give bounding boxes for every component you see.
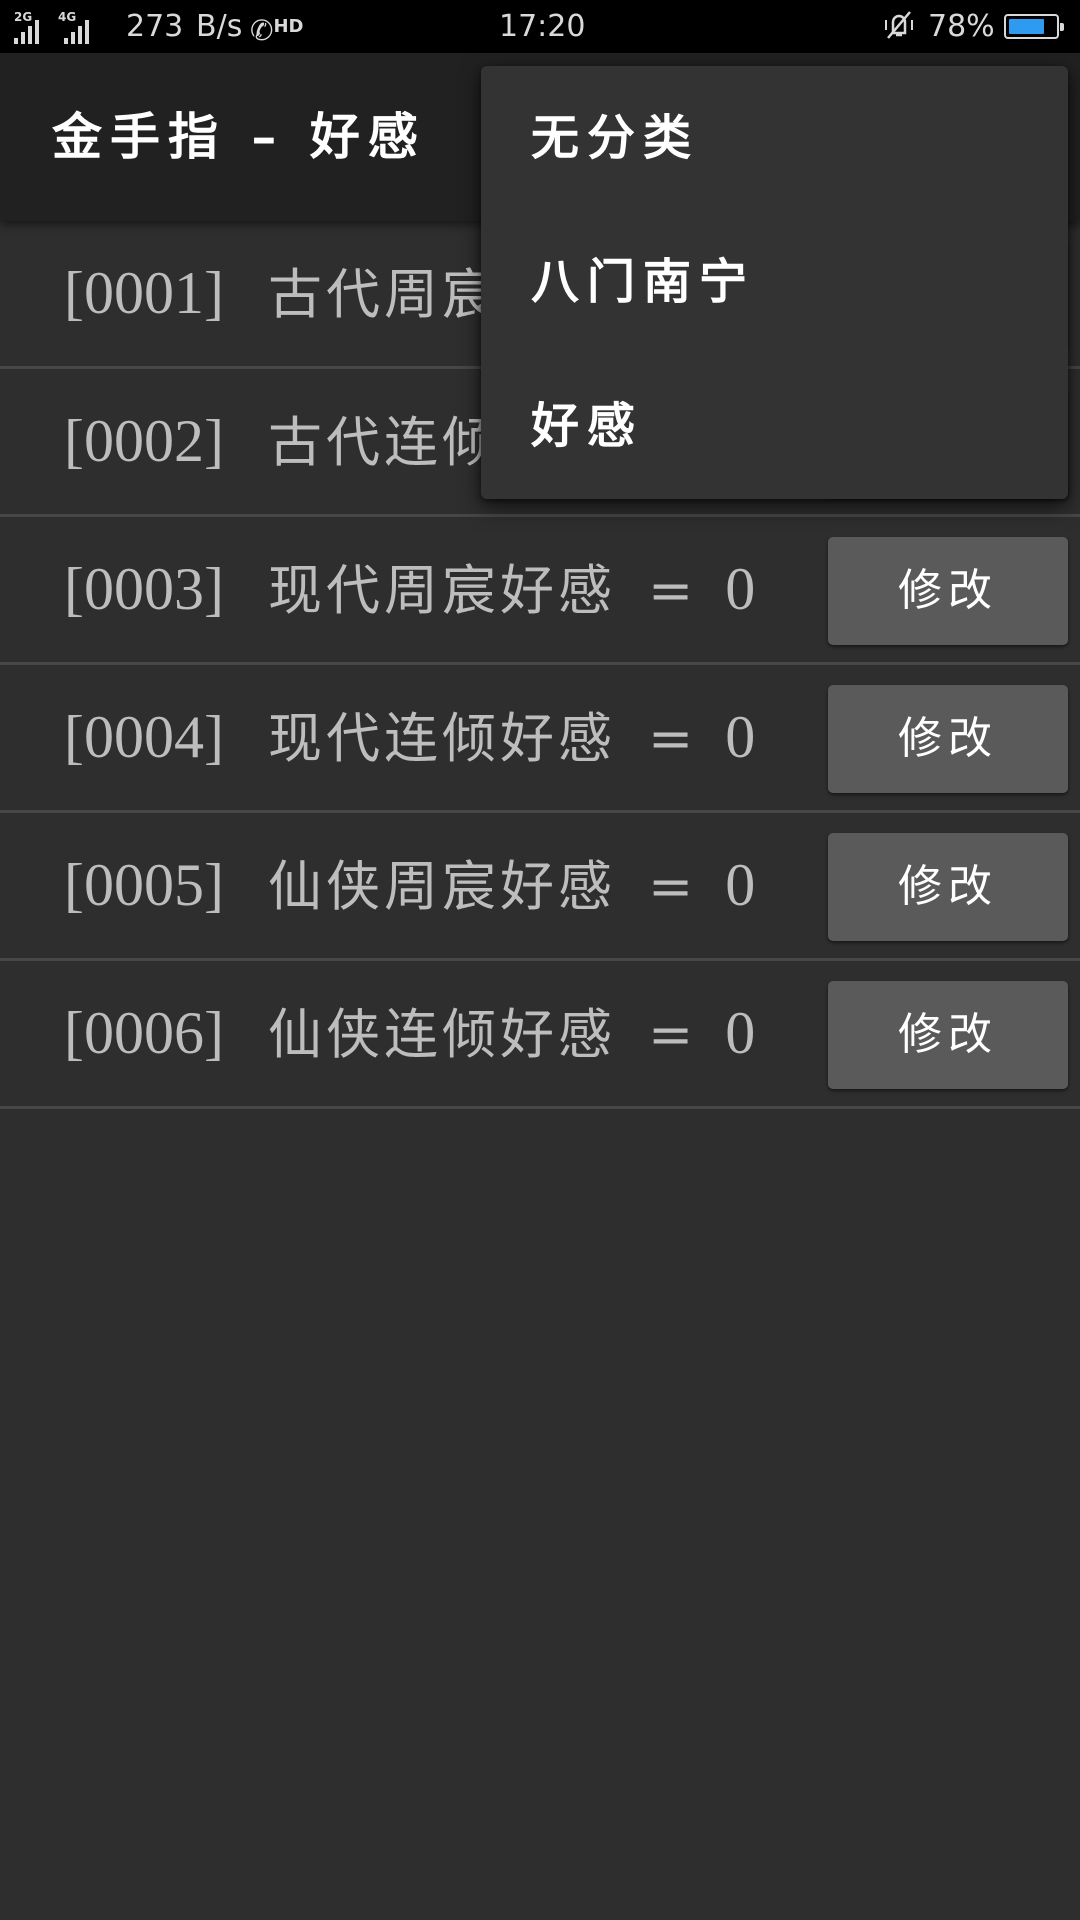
battery-icon xyxy=(1004,14,1064,39)
phone-hd-icon: ✆HD xyxy=(250,14,304,47)
item-code: [0004] xyxy=(64,704,224,770)
item-code: [0003] xyxy=(64,556,224,622)
net-speed: 273 xyxy=(126,9,184,44)
page-title: 金手指 – 好感 xyxy=(52,107,426,166)
item-code: [0006] xyxy=(64,1000,224,1066)
item-equals: = xyxy=(648,559,694,622)
item-name: 现代连倾好感 xyxy=(268,707,616,770)
list-item: [0004] 现代连倾好感 = 0 修改 xyxy=(0,665,1080,813)
item-text: [0003] 现代周宸好感 = 0 xyxy=(64,517,755,662)
item-code: [0001] xyxy=(64,260,224,326)
item-text: [0004] 现代连倾好感 = 0 xyxy=(64,665,755,810)
screen: 2G 4G 273 B/s ✆HD 17:20 78% 金手指 – 好感 [00… xyxy=(0,0,1080,1920)
hd-label: HD xyxy=(273,16,304,37)
signal-4g-icon: 4G xyxy=(58,10,98,44)
battery-percent: 78% xyxy=(928,9,995,44)
item-name: 现代周宸好感 xyxy=(268,559,616,622)
edit-button[interactable]: 修改 xyxy=(828,833,1068,941)
item-equals: = xyxy=(648,1003,694,1066)
list-item: [0006] 仙侠连倾好感 = 0 修改 xyxy=(0,961,1080,1109)
edit-button[interactable]: 修改 xyxy=(828,685,1068,793)
item-equals: = xyxy=(648,707,694,770)
item-text: [0006] 仙侠连倾好感 = 0 xyxy=(64,961,755,1106)
item-name: 仙侠连倾好感 xyxy=(268,1003,616,1066)
signal-2g-icon: 2G xyxy=(14,10,50,44)
menu-item-affection[interactable]: 好感 xyxy=(481,354,1068,498)
clock: 17:20 xyxy=(499,9,586,44)
item-equals: = xyxy=(648,855,694,918)
menu-item-uncategorized[interactable]: 无分类 xyxy=(481,66,1068,210)
vibrate-silent-icon xyxy=(882,0,916,53)
item-value: 0 xyxy=(725,852,756,918)
item-value: 0 xyxy=(725,1000,756,1066)
list-item: [0005] 仙侠周宸好感 = 0 修改 xyxy=(0,813,1080,961)
item-value: 0 xyxy=(725,556,756,622)
item-name: 仙侠周宸好感 xyxy=(268,855,616,918)
battery-level xyxy=(1009,19,1044,34)
net-speed-unit: B/s xyxy=(196,9,243,44)
edit-button[interactable]: 修改 xyxy=(828,981,1068,1089)
category-dropdown-menu: 无分类 八门南宁 好感 xyxy=(481,66,1068,499)
edit-button[interactable]: 修改 xyxy=(828,537,1068,645)
menu-item-bamen-nanning[interactable]: 八门南宁 xyxy=(481,210,1068,354)
item-code: [0002] xyxy=(64,408,224,474)
item-code: [0005] xyxy=(64,852,224,918)
item-text: [0005] 仙侠周宸好感 = 0 xyxy=(64,813,755,958)
list-item: [0003] 现代周宸好感 = 0 修改 xyxy=(0,517,1080,665)
item-value: 0 xyxy=(725,704,756,770)
status-bar: 2G 4G 273 B/s ✆HD 17:20 78% xyxy=(0,0,1080,53)
